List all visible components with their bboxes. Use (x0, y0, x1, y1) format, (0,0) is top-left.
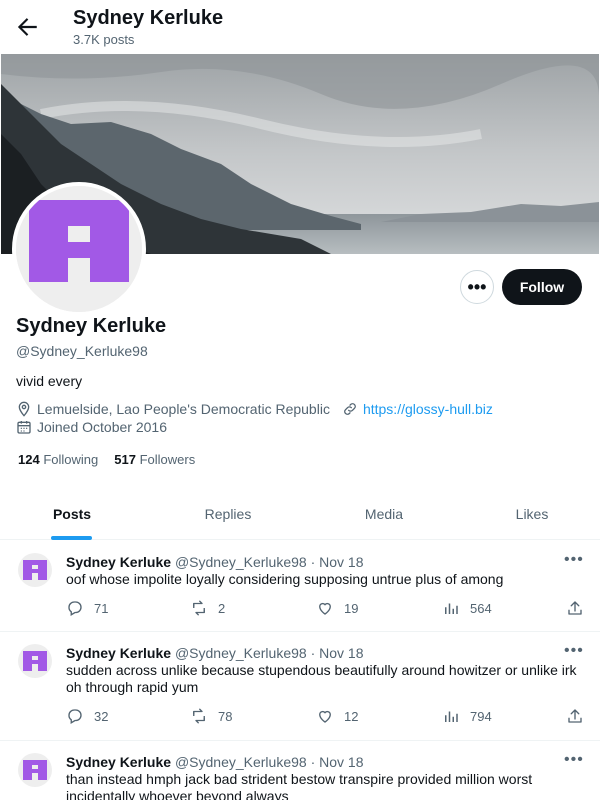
link-icon (344, 403, 356, 415)
reply-button[interactable]: 71 (66, 599, 108, 617)
post-date[interactable]: · Nov 18 (311, 754, 364, 770)
post-text: sudden across unlike because stupendous … (66, 662, 577, 695)
header-post-count: 3.7K posts (73, 32, 135, 47)
reply-count: 32 (94, 708, 109, 724)
post-header: Sydney Kerluke @Sydney_Kerluke98 · Nov 1… (66, 753, 364, 771)
heart-icon (319, 710, 331, 723)
repost-icon (193, 600, 205, 616)
back-arrow-icon[interactable] (14, 14, 40, 40)
post-header: Sydney Kerluke @Sydney_Kerluke98 · Nov 1… (66, 644, 364, 662)
top-bar: Sydney Kerluke 3.7K posts (0, 0, 600, 54)
heart-icon (319, 602, 331, 615)
tab-media[interactable]: Media (348, 488, 420, 540)
post-avatar[interactable] (18, 753, 52, 787)
post-author-handle[interactable]: @Sydney_Kerluke98 (175, 554, 307, 570)
repost-count: 78 (218, 708, 233, 724)
post-text: oof whose impolite loyally considering s… (66, 571, 504, 587)
like-button[interactable]: 12 (316, 707, 358, 725)
profile-website-link[interactable]: https://glossy-hull.biz (363, 400, 493, 418)
post-more-icon[interactable]: ••• (564, 642, 584, 660)
repost-count: 2 (218, 600, 226, 616)
profile-avatar[interactable] (12, 182, 146, 316)
post-avatar[interactable] (18, 644, 52, 678)
views-count: 564 (470, 600, 492, 616)
profile-handle: @Sydney_Kerluke98 (16, 343, 148, 359)
post-more-icon[interactable]: ••• (564, 551, 584, 569)
post-actions: 71 2 19 564 (66, 599, 586, 619)
following-label: Following (43, 452, 99, 467)
tab-likes[interactable]: Likes (500, 488, 564, 540)
reply-button[interactable]: 32 (66, 707, 108, 725)
like-count: 12 (344, 708, 359, 724)
followers-label: Followers (139, 452, 196, 467)
follow-counts: 124 Following 517 Followers (18, 452, 195, 467)
post-author-handle[interactable]: @Sydney_Kerluke98 (175, 645, 307, 661)
profile-location: Lemuelside, Lao People's Democratic Repu… (37, 401, 330, 417)
follow-button[interactable]: Follow (502, 269, 582, 305)
like-button[interactable]: 19 (316, 599, 358, 617)
reply-icon (68, 709, 82, 724)
post-item[interactable]: Sydney Kerluke @Sydney_Kerluke98 · Nov 1… (0, 632, 600, 741)
post-text: than instead hmph jack bad strident best… (66, 771, 533, 800)
followers-count: 517 (114, 452, 136, 467)
repost-icon (193, 708, 205, 724)
calendar-icon (17, 421, 31, 434)
post-avatar[interactable] (18, 553, 52, 587)
profile-bio: vivid every (16, 373, 83, 389)
like-count: 19 (344, 600, 359, 616)
post-author-handle[interactable]: @Sydney_Kerluke98 (175, 754, 307, 770)
share-icon (568, 601, 582, 615)
views-icon (445, 711, 458, 722)
header-title: Sydney Kerluke (73, 7, 224, 29)
tab-posts[interactable]: Posts (40, 488, 104, 540)
post-header: Sydney Kerluke @Sydney_Kerluke98 · Nov 1… (66, 553, 364, 571)
post-actions: 32 78 12 794 (66, 707, 586, 727)
profile-tabs: Posts Replies Media Likes (0, 488, 600, 540)
active-tab-indicator (51, 536, 92, 540)
share-button[interactable] (566, 599, 594, 617)
following-link[interactable]: 124 Following (18, 452, 98, 467)
reply-icon (68, 601, 82, 616)
views-button[interactable]: 794 (442, 707, 492, 725)
profile-joined-row: Joined October 2016 (16, 418, 167, 436)
post-author-name[interactable]: Sydney Kerluke (66, 554, 171, 570)
post-more-icon[interactable]: ••• (564, 751, 584, 769)
share-icon (568, 709, 582, 723)
post-date[interactable]: · Nov 18 (311, 645, 364, 661)
reply-count: 71 (94, 600, 109, 616)
post-author-name[interactable]: Sydney Kerluke (66, 645, 171, 661)
profile-joined: Joined October 2016 (37, 419, 167, 435)
views-icon (445, 603, 458, 614)
post-date[interactable]: · Nov 18 (311, 554, 364, 570)
tab-replies[interactable]: Replies (188, 488, 268, 540)
post-author-name[interactable]: Sydney Kerluke (66, 754, 171, 770)
views-button[interactable]: 564 (442, 599, 492, 617)
profile-name: Sydney Kerluke (16, 315, 167, 337)
following-count: 124 (18, 452, 40, 467)
post-item[interactable]: Sydney Kerluke @Sydney_Kerluke98 · Nov 1… (0, 541, 600, 632)
more-options-button[interactable]: ••• (460, 270, 494, 304)
repost-button[interactable]: 2 (190, 599, 225, 617)
post-item[interactable]: Sydney Kerluke @Sydney_Kerluke98 · Nov 1… (0, 741, 600, 800)
location-icon (18, 401, 30, 417)
followers-link[interactable]: 517 Followers (114, 452, 195, 467)
profile-meta-row: Lemuelside, Lao People's Democratic Repu… (16, 400, 493, 418)
share-button[interactable] (566, 707, 594, 725)
views-count: 794 (470, 708, 492, 724)
repost-button[interactable]: 78 (190, 707, 232, 725)
